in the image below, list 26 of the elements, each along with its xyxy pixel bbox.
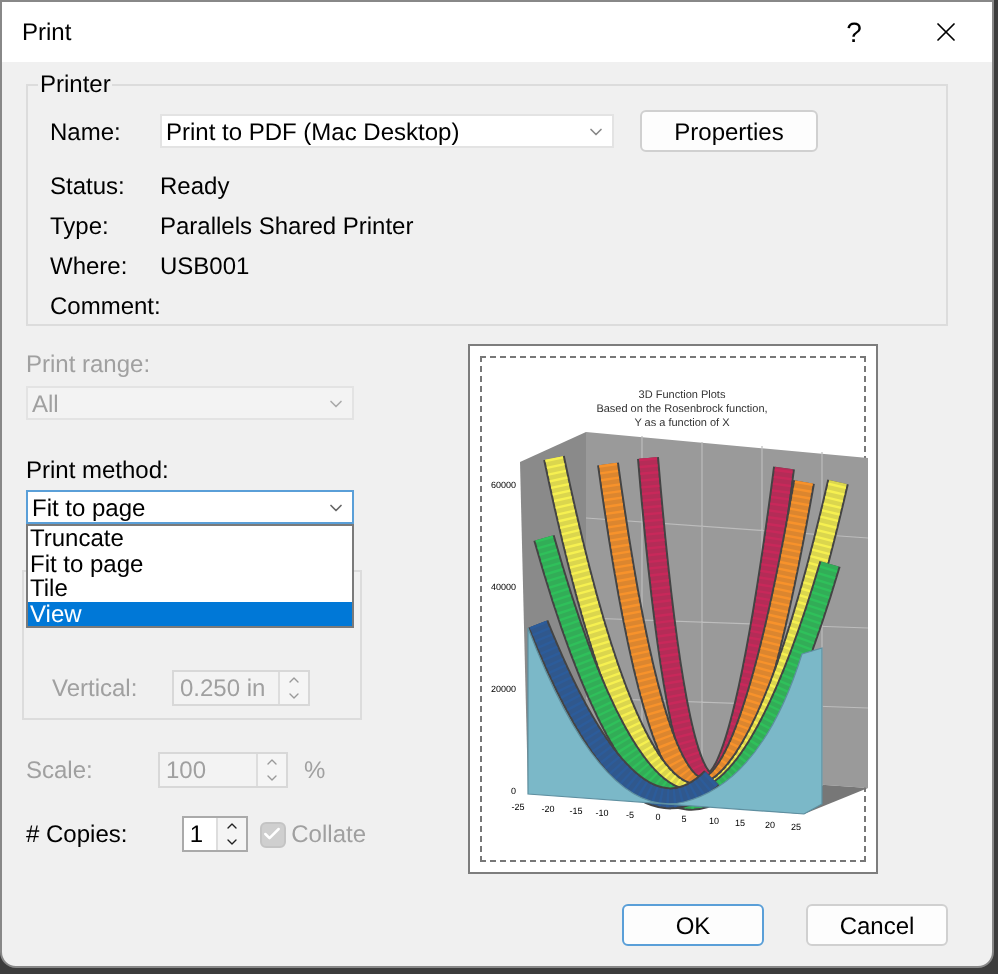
field-label: Type: [50,212,111,240]
spin-field[interactable]: 1 [181,816,248,852]
field-label: Comment: [50,292,160,320]
ok-button[interactable]: OK [622,904,764,946]
field-label: Status: [50,172,127,200]
checkbox-label: Collate [291,820,366,848]
method-dropdown[interactable]: Fit to page [26,490,354,524]
unit-label: % [304,756,326,784]
field-label: Where: [50,252,130,280]
field-value: USB001 [160,252,252,280]
field-label: Print range: [26,350,153,378]
field-label: Name: [50,117,123,145]
field-value: Parallels Shared Printer [160,212,416,240]
field-value: Ready [160,172,232,200]
dropdown-option[interactable]: View [28,601,352,626]
window-title: Print [22,18,74,46]
properties-button[interactable]: Properties [640,110,818,152]
cancel-button[interactable]: Cancel [806,904,948,946]
field-label: Scale: [26,756,95,784]
help-button[interactable]: ? [808,2,900,62]
printer-dropdown[interactable]: Print to PDF (Mac Desktop) [160,114,614,148]
field-label: Print method: [26,456,171,484]
spin-arrows[interactable] [215,818,246,850]
field-label: # Copies: [26,820,130,848]
field-label: Vertical: [52,674,140,702]
group-label: Printer [38,70,113,98]
